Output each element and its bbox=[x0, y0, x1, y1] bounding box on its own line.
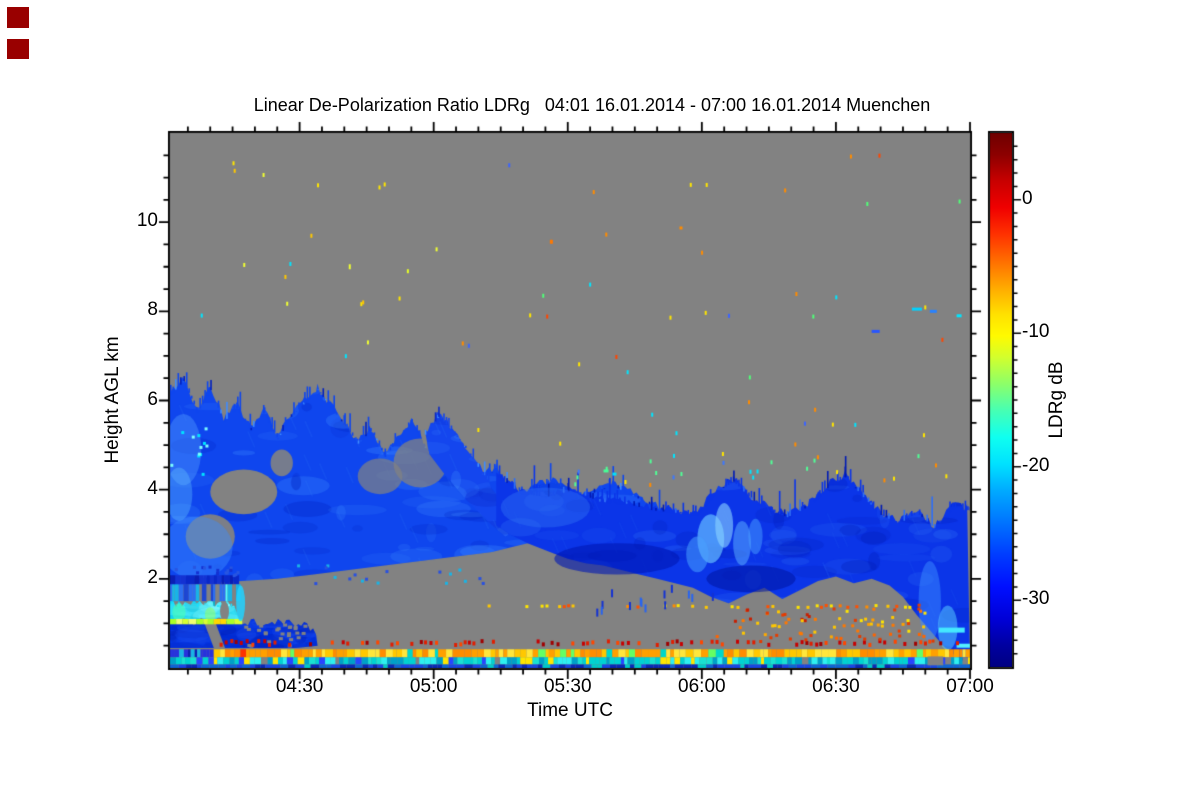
plot-title: Linear De-Polarization Ratio LDRg 04:01 … bbox=[253, 95, 931, 115]
x-axis-title: Time UTC bbox=[527, 700, 613, 721]
plot-window: Linear De-Polarization Ratio LDRg 04:01 … bbox=[0, 0, 1200, 800]
window-artifact-square-1 bbox=[7, 39, 29, 59]
x-tick-label-06:00: 06:00 bbox=[678, 676, 726, 697]
window-artifact-square-0 bbox=[7, 7, 29, 28]
y-tick-label-2: 2 bbox=[147, 566, 158, 588]
y-tick-label-8: 8 bbox=[147, 299, 158, 321]
colorbar-tick-label--20: -20 bbox=[1022, 454, 1050, 476]
y-tick-label-10: 10 bbox=[136, 210, 158, 232]
x-tick-label-06:30: 06:30 bbox=[812, 676, 860, 697]
x-tick-label-05:00: 05:00 bbox=[409, 676, 458, 697]
x-tick-label-07:00: 07:00 bbox=[946, 676, 994, 697]
x-tick-label-04:30: 04:30 bbox=[275, 676, 324, 697]
y-tick-label-6: 6 bbox=[147, 388, 158, 410]
colorbar-tick-label--10: -10 bbox=[1022, 321, 1050, 343]
y-tick-label-4: 4 bbox=[147, 477, 158, 499]
x-tick-label-05:30: 05:30 bbox=[543, 676, 592, 697]
colorbar-gradient bbox=[990, 133, 1012, 667]
heatmap-canvas bbox=[170, 133, 970, 668]
colorbar-tick-label-0: 0 bbox=[1022, 187, 1033, 209]
colorbar-tick-label--30: -30 bbox=[1022, 588, 1050, 610]
colorbar-title: LDRg dB bbox=[1046, 361, 1067, 439]
